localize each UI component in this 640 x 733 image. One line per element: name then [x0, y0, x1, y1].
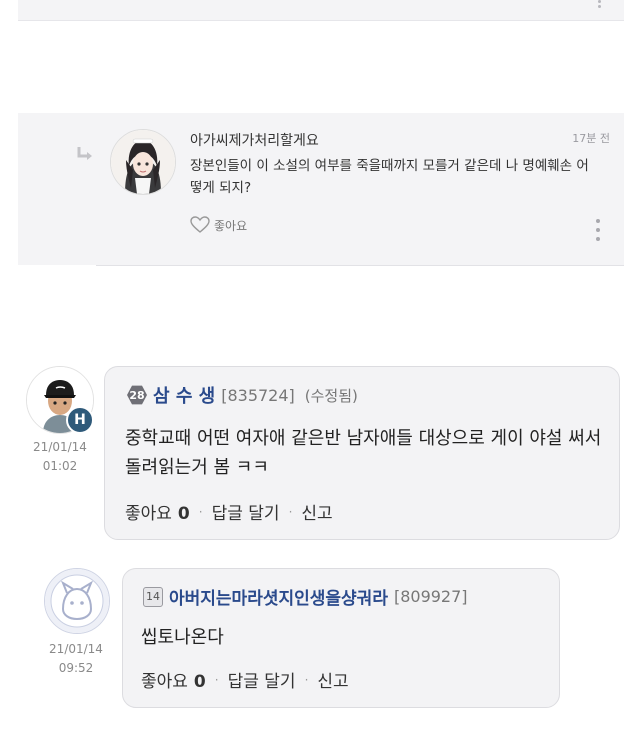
- previous-reply-card: [18, 0, 624, 21]
- reply-button[interactable]: 답글 달기: [228, 667, 296, 692]
- like-button[interactable]: 좋아요 0: [125, 499, 190, 524]
- comment-nickname[interactable]: 아버지는마라셧지인생을샹궈라: [169, 584, 388, 609]
- separator: ·: [304, 672, 309, 687]
- comment-date-day: 21/01/14: [33, 440, 87, 454]
- user-level-badge: 14: [143, 586, 163, 607]
- like-count: 0: [193, 672, 206, 692]
- comment-user-id: [809927]: [393, 587, 468, 606]
- reply-text: 장본인들이 이 소설의 여부를 죽을때까지 모를거 같은데 나 명예훼손 어떻게…: [190, 158, 589, 196]
- like-label: 좋아요: [141, 672, 188, 692]
- report-button[interactable]: 신고: [317, 667, 348, 692]
- report-button[interactable]: 신고: [301, 499, 332, 524]
- reply-author-name[interactable]: 아가씨제가처리할게요: [190, 130, 319, 150]
- comment-date: 21/01/14 01:02: [28, 438, 92, 476]
- reply-timestamp: 17분 전: [572, 132, 610, 145]
- vertical-dots-icon[interactable]: [596, 219, 600, 246]
- comment-date-time: 09:52: [58, 661, 94, 675]
- heart-icon: [190, 216, 210, 233]
- like-count: 0: [177, 504, 190, 524]
- comment-user-id: [835724]: [221, 385, 295, 405]
- reply-author-avatar[interactable]: [110, 129, 176, 195]
- divider: [96, 265, 624, 266]
- user-badge: H: [66, 406, 94, 434]
- vertical-dots-icon[interactable]: [598, 0, 602, 8]
- comment-text: 씹토나온다: [141, 627, 224, 648]
- edited-label: (수정됨): [304, 386, 358, 405]
- separator: ·: [288, 504, 293, 519]
- like-button[interactable]: 좋아요 0: [141, 667, 206, 692]
- separator: ·: [198, 504, 203, 519]
- reply-arrow-icon: [77, 147, 92, 160]
- reply-like-button[interactable]: 좋아요: [190, 214, 247, 236]
- comment-bubble: 14 아버지는마라셧지인생을샹궈라 [809927] 씹토나온다 좋아요 0 · …: [122, 568, 560, 708]
- comment-date-day: 21/01/14: [49, 642, 103, 656]
- reply-like-label: 좋아요: [214, 218, 248, 233]
- comment-bubble: 28 삼 수 생 [835724] (수정됨) 중학교때 어떤 여자애 같은반 …: [104, 366, 620, 540]
- comment-nickname[interactable]: 삼 수 생: [153, 382, 215, 408]
- like-label: 좋아요: [125, 504, 172, 524]
- reply-card: 아가씨제가처리할게요 17분 전 장본인들이 이 소설의 여부를 죽을때까지 모…: [18, 113, 624, 266]
- comment-author-avatar[interactable]: [44, 568, 110, 634]
- comment-date-time: 01:02: [42, 459, 78, 473]
- comment-date: 21/01/14 09:52: [44, 640, 108, 678]
- user-level-badge: 28: [127, 385, 147, 405]
- comment-text: 중학교때 어떤 여자애 같은반 남자애들 대상으로 게이 야설 써서 돌려읽는거…: [125, 428, 602, 478]
- reply-button[interactable]: 답글 달기: [212, 499, 280, 524]
- separator: ·: [214, 672, 219, 687]
